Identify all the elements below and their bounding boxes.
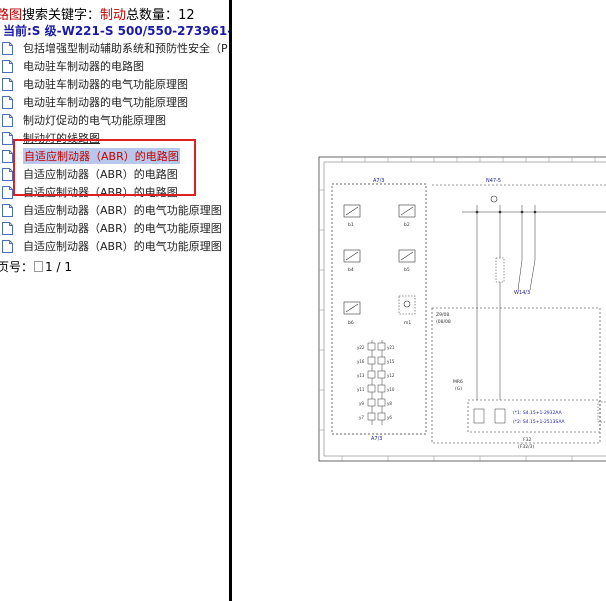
circuit-diagram: A7/3 A7/3 b1 b2 b4 b5 b6 m1 y22 y21 y16 …: [318, 156, 606, 462]
label-b4: b4: [348, 267, 354, 273]
result-item-label: 自适应制动器（ABR）的电路图: [23, 186, 178, 199]
label-a7-3-top: A7/3: [373, 178, 384, 184]
result-item-label: 电动驻车制动器的电气功能原理图: [23, 78, 188, 91]
label-y10: y10: [387, 387, 395, 392]
result-list: 包括增强型制动辅助系统和预防性安全（P 电动驻车制动器的电路图 电动驻车制动器的…: [0, 39, 229, 255]
label-y11: y11: [357, 387, 365, 392]
label-y9: y9: [359, 401, 364, 406]
label-a7-3-bottom: A7/3: [371, 436, 382, 442]
document-icon: [2, 95, 13, 109]
result-item-label: 自适应制动器（ABR）的电路图: [23, 148, 180, 164]
label-z-box: Z9/08: [436, 312, 449, 318]
document-icon: [2, 59, 13, 73]
document-icon: [2, 131, 13, 145]
label-y21: y21: [387, 345, 395, 350]
label-b6: b6: [348, 320, 354, 326]
label-f32-sub: (F32/3): [518, 444, 534, 450]
result-item-label: 电动驻车制动器的电路图: [23, 60, 144, 73]
result-item-label: 自适应制动器（ABR）的电气功能原理图: [23, 240, 222, 253]
label-n47-5: N47-5: [486, 178, 501, 184]
label-mr6: MR6: [453, 379, 463, 385]
result-item-label: 自适应制动器（ABR）的电气功能原理图: [23, 222, 222, 235]
result-item[interactable]: 制动灯的线路图: [0, 129, 229, 147]
search-results-panel: 路图搜索关键字：制动总数量：12 当前:S 级-W221-S 500/550-2…: [0, 0, 229, 601]
label-y16: y16: [357, 359, 365, 364]
breadcrumb-fragment: 路图: [0, 8, 23, 23]
document-icon: [2, 77, 13, 91]
result-item[interactable]: 自适应制动器（ABR）的电气功能原理图: [0, 201, 229, 219]
label-f32: F32: [523, 437, 531, 443]
current-vehicle: 当前:S 级-W221-S 500/550-273961-: [3, 24, 229, 38]
document-icon: [2, 149, 13, 163]
total-label: 总数量：: [126, 8, 179, 23]
result-item[interactable]: 包括增强型制动辅助系统和预防性安全（P: [0, 39, 229, 57]
document-icon: [2, 113, 13, 127]
result-item-label: 自适应制动器（ABR）的电气功能原理图: [23, 204, 222, 217]
document-icon: [2, 185, 13, 199]
fuse-legend-2: (*2: S4.15+1-2513SAA: [513, 419, 566, 425]
connector-w14-3: [495, 257, 505, 283]
label-b2: b2: [404, 222, 410, 228]
result-item[interactable]: 电动驻车制动器的电气功能原理图: [0, 75, 229, 93]
label-b5: b5: [404, 267, 410, 273]
result-item-label: 自适应制动器（ABR）的电路图: [23, 168, 178, 181]
label-y13: y13: [357, 373, 365, 378]
label-y12: y12: [387, 373, 395, 378]
document-icon: [2, 203, 13, 217]
label-y15: y15: [387, 359, 395, 364]
keyword-label: 搜索关键字：: [22, 8, 101, 23]
label-y7: y7: [359, 415, 364, 420]
label-m1: m1: [404, 320, 411, 326]
result-item-label: 包括增强型制动辅助系统和预防性安全（P: [23, 42, 228, 55]
result-item-label: 制动灯的线路图: [23, 132, 100, 145]
result-item[interactable]: 自适应制动器（ABR）的电路图: [0, 165, 229, 183]
result-item[interactable]: 制动灯促动的电气功能原理图: [0, 111, 229, 129]
result-item[interactable]: 自适应制动器（ABR）的电气功能原理图: [0, 219, 229, 237]
page-number: 1 / 1: [45, 260, 72, 274]
result-item[interactable]: 电动驻车制动器的电路图: [0, 57, 229, 75]
pagination: 页号： 1 / 1: [0, 258, 72, 275]
document-icon: [2, 41, 13, 55]
document-icon: [2, 239, 13, 253]
search-header: 路图搜索关键字：制动总数量：12: [0, 4, 195, 23]
diagram-viewer: A7/3 A7/3 b1 b2 b4 b5 b6 m1 y22 y21 y16 …: [232, 0, 606, 601]
label-y8: y8: [387, 401, 392, 406]
label-y6: y6: [387, 415, 392, 420]
fuse-legend-1: (*1: S4.15+1-2932AA: [513, 410, 563, 416]
result-item-selected[interactable]: 自适应制动器（ABR）的电路图: [0, 147, 229, 165]
result-item[interactable]: 自适应制动器（ABR）的电气功能原理图: [0, 237, 229, 255]
result-item-label: 电动驻车制动器的电气功能原理图: [23, 96, 188, 109]
label-b1: b1: [348, 222, 354, 228]
total-count: 12: [178, 8, 195, 23]
search-keyword: 制动: [100, 8, 127, 23]
result-item[interactable]: 自适应制动器（ABR）的电路图: [0, 183, 229, 201]
label-mr6-sub: (G): [455, 386, 462, 392]
page-checkbox[interactable]: [34, 261, 44, 272]
label-z-box-sub: (08/08: [436, 319, 451, 325]
document-icon: [2, 221, 13, 235]
document-icon: [2, 167, 13, 181]
label-y22: y22: [357, 345, 365, 350]
label-w14-3: W14/3: [514, 290, 530, 296]
result-item[interactable]: 电动驻车制动器的电气功能原理图: [0, 93, 229, 111]
page-label: 页号：: [0, 260, 34, 274]
result-item-label: 制动灯促动的电气功能原理图: [23, 114, 166, 127]
